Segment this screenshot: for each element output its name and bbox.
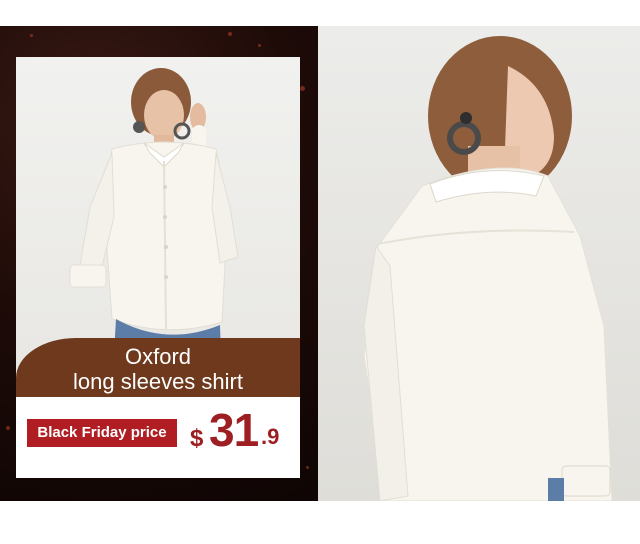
product-title-line1: Oxford bbox=[124, 344, 192, 369]
price-decimal: .9 bbox=[261, 424, 280, 449]
product-title-band: Oxford long sleeves shirt bbox=[16, 338, 300, 397]
price-currency: $ bbox=[190, 425, 204, 452]
model-side-photo bbox=[318, 26, 640, 501]
product-card[interactable]: Oxford long sleeves shirt Black Friday p… bbox=[16, 57, 300, 478]
decorative-spark bbox=[258, 44, 261, 47]
decorative-spark bbox=[306, 466, 309, 469]
decorative-spark bbox=[300, 86, 305, 91]
price-row: Black Friday price $ 31 .9 bbox=[16, 397, 300, 478]
model-side-illustration bbox=[363, 36, 613, 501]
dark-background-panel: Oxford long sleeves shirt Black Friday p… bbox=[0, 26, 318, 501]
price-integer: 31 bbox=[209, 404, 259, 456]
decorative-spark bbox=[30, 34, 33, 37]
product-banner: Oxford long sleeves shirt Black Friday p… bbox=[0, 26, 640, 501]
product-title-line2: long sleeves shirt bbox=[73, 369, 243, 394]
decorative-spark bbox=[228, 32, 232, 36]
decorative-spark bbox=[6, 426, 10, 430]
black-friday-badge: Black Friday price bbox=[27, 419, 177, 447]
